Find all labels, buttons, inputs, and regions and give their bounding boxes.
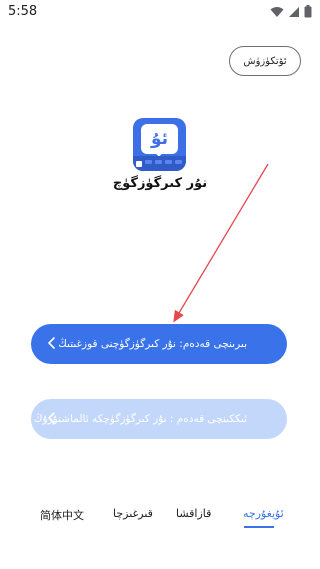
pointer-arrow <box>173 163 269 323</box>
step-1-label: بىرىنچى قەدەم: نۇر كىرگۈزگۈچنى قوزغىتىڭ <box>58 338 247 350</box>
active-tab-indicator <box>244 526 274 528</box>
enable-keyboard-button[interactable]: بىرىنچى قەدەم: نۇر كىرگۈزگۈچنى قوزغىتىڭ <box>31 324 287 364</box>
language-tabs: 简体中文 قىرغىزچا قازاقشا ئۇيغۇرچە <box>0 500 320 530</box>
switch-keyboard-button[interactable]: ئىككىنچى قەدەم : نۇر كىرگۈزگۈچكە ئالماشت… <box>31 399 287 439</box>
tab-chinese[interactable]: 简体中文 <box>40 507 84 523</box>
step-2-label: ئىككىنچى قەدەم : نۇر كىرگۈزگۈچكە ئالماشت… <box>33 413 247 425</box>
tab-kazakh[interactable]: قازاقشا <box>176 507 211 520</box>
chevron-left-icon <box>47 336 57 353</box>
tab-kyrgyz[interactable]: قىرغىزچا <box>113 507 153 520</box>
chevron-left-icon <box>47 411 57 428</box>
tab-uyghur[interactable]: ئۇيغۇرچە <box>243 507 284 520</box>
